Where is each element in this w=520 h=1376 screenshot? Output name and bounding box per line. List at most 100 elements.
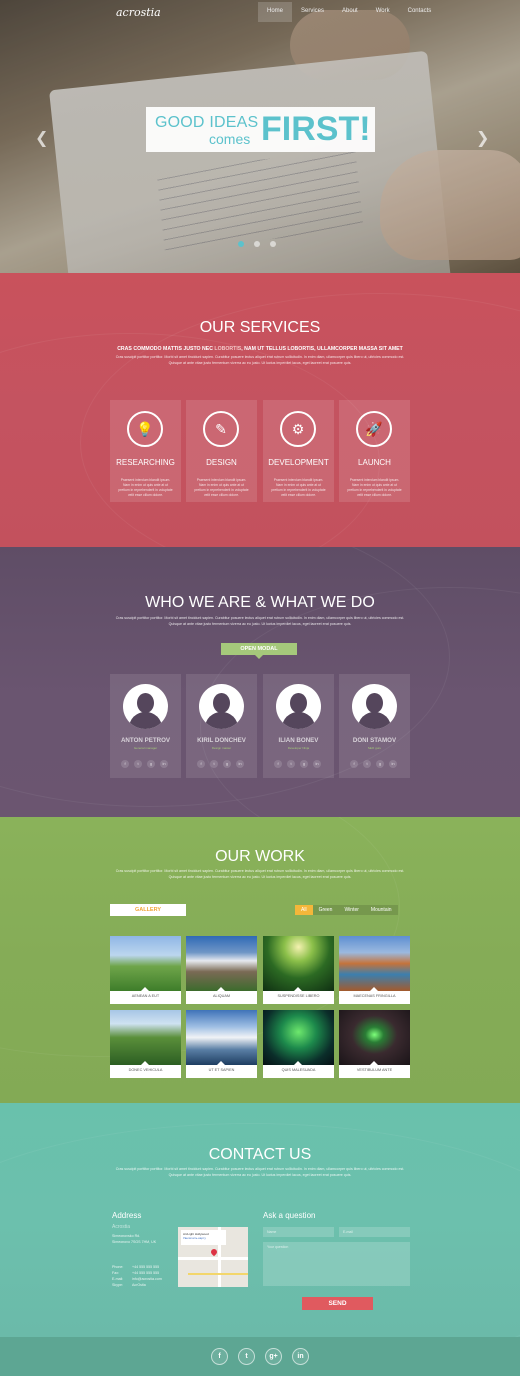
service-name: DEVELOPMENT: [268, 458, 329, 467]
logo[interactable]: acrostia: [116, 6, 161, 19]
gallery-caption: MAECENAS FRINGILLA: [353, 994, 396, 998]
open-modal-button[interactable]: OPEN MODAL: [221, 643, 297, 659]
facebook-icon[interactable]: f: [350, 760, 358, 768]
lightbulb-icon: 💡: [136, 420, 154, 437]
gallery-item[interactable]: MAECENAS FRINGILLA: [339, 936, 410, 1004]
facebook-icon[interactable]: f: [197, 760, 205, 768]
linkedin-icon[interactable]: in: [292, 1348, 309, 1365]
google-plus-icon[interactable]: g: [223, 760, 231, 768]
service-desc: Praesent interdum blandit ipsum. Nam in …: [118, 478, 173, 497]
gallery-image-night-alley: [339, 1010, 410, 1065]
nav-item-services[interactable]: Services: [292, 2, 333, 22]
phone-value: +44 555 555 555: [132, 1265, 160, 1269]
linkedin-icon[interactable]: in: [389, 760, 397, 768]
google-plus-icon[interactable]: g: [376, 760, 384, 768]
services-lead: CRAS COMMODO MATTIS JUSTO NEC LOBORTIS, …: [117, 346, 403, 352]
service-card-launch[interactable]: 🚀 LAUNCH Praesent interdum blandit ipsum…: [339, 400, 410, 502]
gallery-caption: SUSPENDISSE LIBERO: [277, 994, 320, 998]
gallery-filters: All Green Winter Mountain: [295, 905, 398, 915]
chevron-left-icon[interactable]: ❮: [35, 128, 48, 148]
gallery-item[interactable]: DONEC VEHICULA: [110, 1010, 181, 1078]
email-link[interactable]: info@acrostia.com: [132, 1277, 162, 1281]
twitter-icon[interactable]: t: [238, 1348, 255, 1365]
linkedin-icon[interactable]: in: [313, 760, 321, 768]
phone-label: Phone:: [112, 1265, 124, 1269]
twitter-icon[interactable]: t: [287, 760, 295, 768]
footer: f t g+ in: [0, 1337, 520, 1376]
hero-line-3: FIRST!: [261, 110, 371, 148]
gallery-image-winter-mountains: [186, 1010, 257, 1065]
service-card-researching[interactable]: 💡 RESEARCHING Praesent interdum blandit …: [110, 400, 181, 502]
avatar: [352, 684, 397, 729]
avatar: [199, 684, 244, 729]
slider-dot-3[interactable]: [270, 241, 276, 247]
page: GOOD IDEAS comes FIRST! ❮ ❯ acrostia Hom…: [0, 0, 520, 1376]
gallery-caption: ALIQUAM: [212, 994, 231, 998]
member-role: Developer Ninja: [287, 746, 310, 750]
address-heading: Address: [112, 1211, 142, 1220]
service-card-development[interactable]: ⚙ DEVELOPMENT Praesent interdum blandit …: [263, 400, 334, 502]
services-title: OUR SERVICES: [199, 319, 321, 336]
gallery-item[interactable]: AENEAN A EUT: [110, 936, 181, 1004]
service-name: LAUNCH: [358, 458, 391, 467]
facebook-icon[interactable]: f: [274, 760, 282, 768]
company-name: Acrostia: [112, 1224, 131, 1230]
hero-slider: GOOD IDEAS comes FIRST! ❮ ❯: [0, 0, 520, 273]
filter-winter[interactable]: Winter: [338, 905, 364, 915]
twitter-icon[interactable]: t: [134, 760, 142, 768]
gallery-image-canyon-lake: [339, 936, 410, 991]
gallery-image-aurora: [263, 1010, 334, 1065]
team-card: DONI STAMOV SEO guru f t g in: [339, 674, 410, 778]
filter-all[interactable]: All: [295, 905, 313, 915]
contact-text: Cras suscipit porttitor porttitor. Morbi…: [115, 1167, 405, 1177]
filter-green[interactable]: Green: [313, 905, 339, 915]
name-input[interactable]: Name: [263, 1227, 334, 1237]
location-map[interactable]: ArcLight Hollywood Увеличить карту: [178, 1227, 248, 1287]
magic-wand-icon: ✎: [215, 420, 227, 437]
member-role: SEO guru: [367, 746, 382, 750]
contact-title: CONTACT US: [208, 1146, 312, 1163]
gallery-item[interactable]: ALIQUAM: [186, 936, 257, 1004]
twitter-icon[interactable]: t: [210, 760, 218, 768]
filter-mountain[interactable]: Mountain: [365, 905, 398, 915]
nav-item-about[interactable]: About: [333, 2, 367, 22]
slider-dot-2[interactable]: [254, 241, 260, 247]
work-title: OUR WORK: [215, 848, 305, 865]
nav-item-contacts[interactable]: Contacts: [399, 2, 441, 22]
slider-dot-1[interactable]: [238, 241, 244, 247]
facebook-icon[interactable]: f: [211, 1348, 228, 1365]
email-input[interactable]: E-mail: [339, 1227, 410, 1237]
map-enlarge-link[interactable]: Увеличить карту: [183, 1236, 224, 1240]
top-nav: acrostia Home Services About Work Contac…: [0, 0, 520, 26]
nav-item-work[interactable]: Work: [367, 2, 399, 22]
linkedin-icon[interactable]: in: [236, 760, 244, 768]
google-plus-icon[interactable]: g+: [265, 1348, 282, 1365]
member-name: DONI STAMOV: [352, 737, 397, 744]
member-social: f t g in: [350, 760, 397, 768]
gallery-item[interactable]: QUIS MALESUADA: [263, 1010, 334, 1078]
facebook-icon[interactable]: f: [121, 760, 129, 768]
twitter-icon[interactable]: t: [363, 760, 371, 768]
street: Simeonovsko Rd.: [112, 1234, 141, 1238]
gallery-image-green-hills: [110, 936, 181, 991]
service-card-design[interactable]: ✎ DESIGN Praesent interdum blandit ipsum…: [186, 400, 257, 502]
work-text: Cras suscipit porttitor porttitor. Morbi…: [115, 869, 405, 879]
team-card: KIRIL DONCHEV Design master f t g in: [186, 674, 257, 778]
linkedin-icon[interactable]: in: [160, 760, 168, 768]
member-name: KIRIL DONCHEV: [197, 737, 246, 744]
gallery-caption: DONEC VEHICULA: [128, 1068, 163, 1072]
google-plus-icon[interactable]: g: [147, 760, 155, 768]
service-name: RESEARCHING: [116, 458, 175, 467]
gallery-image-snowy-peak: [186, 936, 257, 991]
google-plus-icon[interactable]: g: [300, 760, 308, 768]
gallery-item[interactable]: SUSPENDISSE LIBERO: [263, 936, 334, 1004]
question-textarea[interactable]: Your question: [263, 1242, 410, 1286]
gallery-caption: UT ET SAPIEN: [208, 1068, 235, 1072]
team-title: WHO WE ARE & WHAT WE DO: [145, 594, 375, 611]
send-button[interactable]: SEND: [302, 1297, 373, 1310]
gallery-item[interactable]: UT ET SAPIEN: [186, 1010, 257, 1078]
chevron-right-icon[interactable]: ❯: [476, 128, 489, 148]
services-section: OUR SERVICES CRAS COMMODO MATTIS JUSTO N…: [0, 273, 520, 547]
nav-item-home[interactable]: Home: [258, 2, 293, 22]
gallery-item[interactable]: VESTIBULUM ANTE: [339, 1010, 410, 1078]
